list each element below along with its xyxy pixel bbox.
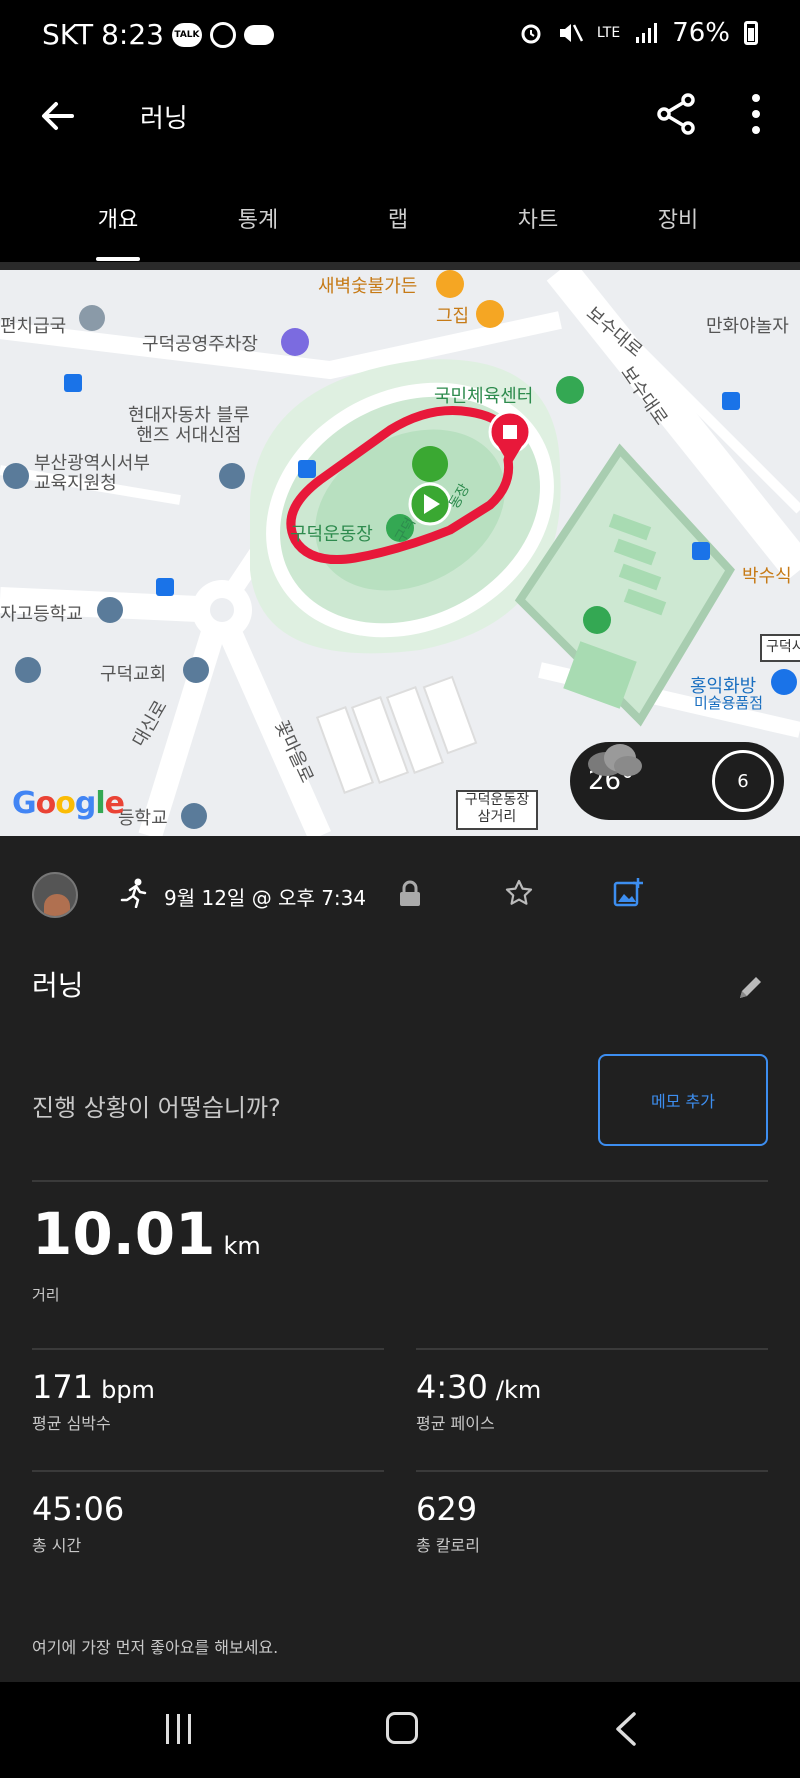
tab-laps[interactable]: 랩 bbox=[328, 186, 468, 264]
total-time-value: 45:06 bbox=[32, 1490, 125, 1528]
home-icon[interactable] bbox=[386, 1712, 418, 1744]
more-options-icon[interactable] bbox=[740, 90, 772, 138]
total-time-stat: 45:06 총 시간 bbox=[32, 1490, 124, 1556]
clock: 8:23 bbox=[101, 18, 164, 51]
pace-stat: 4:30/km 평균 페이스 bbox=[416, 1368, 541, 1434]
app-bar: 러닝 bbox=[0, 76, 800, 156]
pace-label: 평균 페이스 bbox=[416, 1414, 495, 1433]
activity-title: 러닝 bbox=[32, 969, 84, 1002]
route-map[interactable]: 새벽숯불가든 그집 편치급국 구덕공영주차장 보수대로 보수대로 만화야놀자 국… bbox=[0, 270, 800, 836]
heart-rate-value: 171 bbox=[32, 1368, 94, 1406]
pace-unit: /km bbox=[495, 1376, 542, 1404]
weather-widget: 26° 6 bbox=[570, 742, 784, 820]
calories-label: 총 칼로리 bbox=[416, 1536, 480, 1555]
lock-icon[interactable] bbox=[398, 880, 422, 908]
running-app-icon bbox=[209, 21, 236, 48]
recent-apps-icon[interactable] bbox=[160, 1712, 196, 1746]
distance-unit: km bbox=[223, 1232, 261, 1260]
map-label-art-store: 미술용품점 bbox=[694, 694, 764, 712]
map-label-post-office: 편치급국 bbox=[0, 316, 67, 337]
add-memo-button[interactable]: 메모 추가 bbox=[598, 1054, 768, 1146]
activity-meta-row: 9월 12일 @ 오후 7:34 bbox=[0, 868, 800, 924]
network-type: LTE bbox=[596, 25, 621, 41]
heart-rate-stat: 171 bpm 평균 심박수 bbox=[32, 1368, 155, 1434]
back-arrow-icon[interactable] bbox=[34, 92, 82, 140]
carrier-name: SKT bbox=[42, 18, 94, 51]
tab-divider bbox=[0, 262, 800, 270]
edit-pencil-icon[interactable] bbox=[736, 972, 766, 1002]
star-icon[interactable] bbox=[504, 878, 534, 908]
distance-label: 거리 bbox=[32, 1286, 60, 1304]
activity-date: 9월 12일 @ 오후 7:34 bbox=[164, 886, 367, 910]
running-icon bbox=[120, 878, 147, 908]
divider bbox=[32, 1348, 384, 1350]
divider bbox=[32, 1180, 768, 1182]
system-nav-bar bbox=[0, 1682, 800, 1778]
avatar[interactable] bbox=[32, 872, 78, 918]
map-label-hyundai: 현대자동차 블루 핸즈 서대신점 bbox=[128, 405, 250, 446]
activity-details: 9월 12일 @ 오후 7:34 러닝 진행 상황이 어떻습니까? 메모 추가 … bbox=[0, 836, 800, 1682]
battery-icon bbox=[744, 21, 758, 45]
calories-stat: 629 총 칼로리 bbox=[416, 1490, 480, 1556]
add-photo-icon[interactable] bbox=[612, 876, 644, 908]
kakaotalk-icon: TALK bbox=[171, 22, 202, 47]
divider bbox=[32, 1470, 384, 1472]
tab-bar: 개요 통계 랩 차트 장비 bbox=[0, 186, 800, 264]
battery-percent: 76% bbox=[672, 18, 730, 48]
map-label-gym: 국민체육센터 bbox=[434, 386, 534, 407]
map-label-comic: 만화야놀자 bbox=[706, 316, 789, 337]
nav-back-icon[interactable] bbox=[612, 1710, 640, 1748]
map-label-restaurant2: 그집 bbox=[436, 306, 470, 327]
page-title: 러닝 bbox=[140, 104, 188, 134]
pace-value: 4:30 bbox=[416, 1368, 488, 1406]
map-label-stadium: 구덕운동장 bbox=[290, 524, 373, 545]
calories-value: 629 bbox=[416, 1490, 478, 1528]
alarm-icon bbox=[521, 24, 541, 44]
heart-rate-unit: bpm bbox=[101, 1376, 155, 1404]
tab-gear[interactable]: 장비 bbox=[608, 186, 748, 264]
total-time-label: 총 시간 bbox=[32, 1536, 82, 1555]
divider bbox=[416, 1348, 768, 1350]
uv-index-value: 6 bbox=[737, 770, 749, 792]
tab-stats[interactable]: 통계 bbox=[188, 186, 328, 264]
cloud-notification-icon bbox=[243, 24, 274, 45]
distance-value: 10.01 bbox=[32, 1200, 216, 1268]
map-label-bus-right: 박수식 bbox=[742, 566, 792, 587]
uv-index-gauge: 6 bbox=[712, 750, 774, 812]
progress-prompt: 진행 상황이 어떻습니까? bbox=[32, 1094, 281, 1122]
map-sign-intersection: 구덕운동장 삼거리 bbox=[456, 790, 538, 830]
status-bar: SKT 8:23 TALK LTE 76% bbox=[0, 0, 800, 76]
map-label-restaurant1: 새벽숯불가든 bbox=[318, 276, 418, 297]
like-prompt: 여기에 가장 먼저 좋아요를 해보세요. bbox=[32, 1638, 279, 1657]
divider bbox=[416, 1470, 768, 1472]
signal-icon bbox=[636, 23, 658, 43]
cloud-icon bbox=[588, 744, 642, 776]
tab-charts[interactable]: 차트 bbox=[468, 186, 608, 264]
google-logo: Google bbox=[12, 786, 125, 821]
share-icon[interactable] bbox=[652, 90, 700, 138]
map-label-school2: 등학교 bbox=[118, 808, 168, 829]
map-label-church: 구덕교회 bbox=[100, 664, 167, 685]
map-label-parking: 구덕공영주차장 bbox=[142, 334, 258, 355]
map-label-school1: 자고등학교 bbox=[0, 604, 83, 625]
distance-stat: 10.01 km bbox=[32, 1200, 261, 1268]
map-sign-right: 구덕시 bbox=[760, 634, 800, 662]
tab-overview[interactable]: 개요 bbox=[48, 186, 188, 264]
mute-icon bbox=[559, 24, 583, 42]
heart-rate-label: 평균 심박수 bbox=[32, 1414, 111, 1433]
map-label-edu-office: 부산광역시서부 교육지원청 bbox=[34, 453, 150, 494]
